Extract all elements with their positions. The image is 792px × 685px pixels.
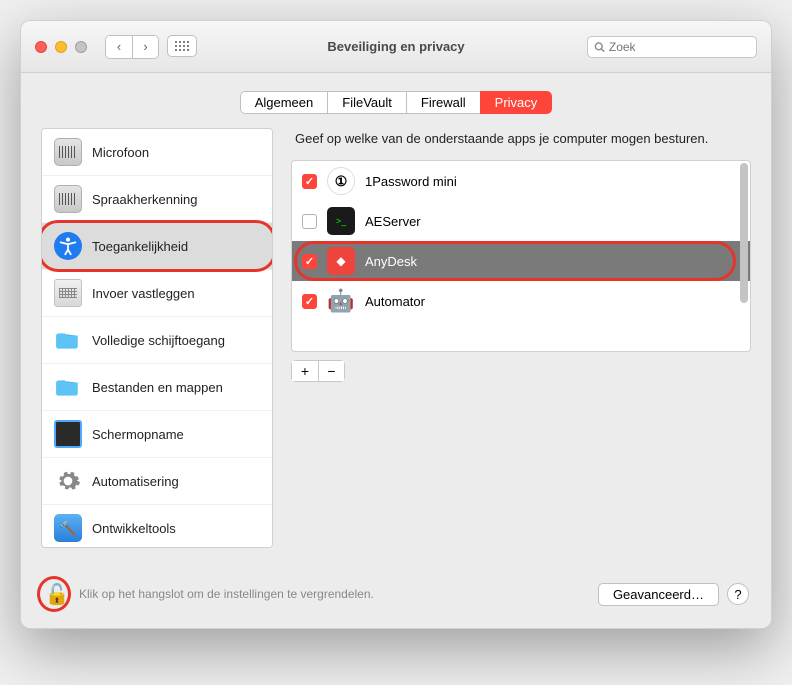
zoom-button — [75, 41, 87, 53]
gear-icon — [54, 467, 82, 495]
detail-panel: Geef op welke van de onderstaande apps j… — [291, 128, 751, 548]
app-row[interactable]: AnyDesk — [292, 241, 750, 281]
highlight-annotation — [294, 241, 736, 281]
app-name-label: Automator — [365, 294, 425, 309]
remove-button[interactable]: − — [318, 361, 344, 381]
sidebar-item-label: Spraakherkenning — [92, 192, 198, 207]
search-field[interactable] — [587, 36, 757, 58]
microphone-icon — [54, 138, 82, 166]
developer-icon — [54, 514, 82, 542]
sidebar-item-label: Schermopname — [92, 427, 184, 442]
sidebar-item-keyboard[interactable]: Invoer vastleggen — [42, 270, 272, 317]
forward-button[interactable]: › — [132, 36, 158, 58]
sidebar-item-label: Volledige schijftoegang — [92, 333, 225, 348]
footer: 🔓 Klik op het hangslot om de instellinge… — [21, 566, 771, 628]
add-remove-buttons: + − — [291, 360, 345, 382]
sidebar-item-gear[interactable]: Automatisering — [42, 458, 272, 505]
lock-hint-text: Klik op het hangslot om de instellingen … — [79, 587, 590, 601]
app-row[interactable]: AEServer — [292, 201, 750, 241]
checkbox[interactable] — [302, 254, 317, 269]
app-name-label: AnyDesk — [365, 254, 417, 269]
sidebar-item-label: Microfoon — [92, 145, 149, 160]
checkbox[interactable] — [302, 294, 317, 309]
folder-icon — [54, 373, 82, 401]
grid-icon — [175, 41, 189, 51]
scrollbar[interactable] — [738, 163, 748, 349]
sidebar-item-label: Bestanden en mappen — [92, 380, 223, 395]
back-button[interactable]: ‹ — [106, 36, 132, 58]
app-name-label: 1Password mini — [365, 174, 457, 189]
sidebar-item-mic[interactable]: Microfoon — [42, 129, 272, 176]
sidebar-item-screen[interactable]: Schermopname — [42, 411, 272, 458]
sidebar-item-label: Ontwikkeltools — [92, 521, 176, 536]
tab-algemeen[interactable]: Algemeen — [240, 91, 329, 114]
sidebar-item-folder[interactable]: Volledige schijftoegang — [42, 317, 272, 364]
sidebar-item-label: Toegankelijkheid — [92, 239, 188, 254]
app-row[interactable]: ① 1Password mini — [292, 161, 750, 201]
unlock-icon: 🔓 — [45, 582, 70, 607]
app-list[interactable]: ① 1Password mini AEServer AnyDesk 🤖 Automator — [291, 160, 751, 352]
checkbox[interactable] — [302, 214, 317, 229]
app-name-label: AEServer — [365, 214, 421, 229]
folder-icon — [54, 326, 82, 354]
traffic-lights — [35, 41, 87, 53]
search-icon — [594, 41, 605, 53]
sidebar-item-dev[interactable]: Ontwikkeltools — [42, 505, 272, 548]
tab-filevault[interactable]: FileVault — [327, 91, 407, 114]
anydesk-icon — [327, 247, 355, 275]
titlebar: ‹ › Beveiliging en privacy — [21, 21, 771, 73]
search-input[interactable] — [609, 40, 750, 54]
help-button[interactable]: ? — [727, 583, 749, 605]
1password-icon: ① — [327, 167, 355, 195]
sidebar-item-folder[interactable]: Bestanden en mappen — [42, 364, 272, 411]
add-button[interactable]: + — [292, 361, 318, 381]
nav-buttons: ‹ › — [105, 35, 159, 59]
app-row[interactable]: 🤖 Automator — [292, 281, 750, 321]
minimize-button[interactable] — [55, 41, 67, 53]
tab-privacy[interactable]: Privacy — [480, 91, 553, 114]
advanced-button[interactable]: Geavanceerd… — [598, 583, 719, 606]
privacy-sidebar[interactable]: Microfoon Spraakherkenning Toegankelijkhei… — [41, 128, 273, 548]
sidebar-item-label: Invoer vastleggen — [92, 286, 195, 301]
keyboard-icon — [54, 279, 82, 307]
screen-icon — [54, 420, 82, 448]
tab-firewall[interactable]: Firewall — [406, 91, 481, 114]
checkbox[interactable] — [302, 174, 317, 189]
preferences-window: ‹ › Beveiliging en privacy AlgemeenFileV… — [20, 20, 772, 629]
sidebar-item-speech[interactable]: Spraakherkenning — [42, 176, 272, 223]
automator-icon: 🤖 — [327, 287, 355, 315]
accessibility-icon — [54, 232, 82, 260]
aeserver-icon — [327, 207, 355, 235]
close-button[interactable] — [35, 41, 47, 53]
panel-description: Geef op welke van de onderstaande apps j… — [291, 128, 751, 160]
sidebar-item-label: Automatisering — [92, 474, 179, 489]
show-all-button[interactable] — [167, 35, 197, 57]
sidebar-item-access[interactable]: Toegankelijkheid — [42, 223, 272, 270]
speech-icon — [54, 185, 82, 213]
lock-button[interactable]: 🔓 — [43, 580, 71, 608]
tabs: AlgemeenFileVaultFirewallPrivacy — [21, 73, 771, 128]
